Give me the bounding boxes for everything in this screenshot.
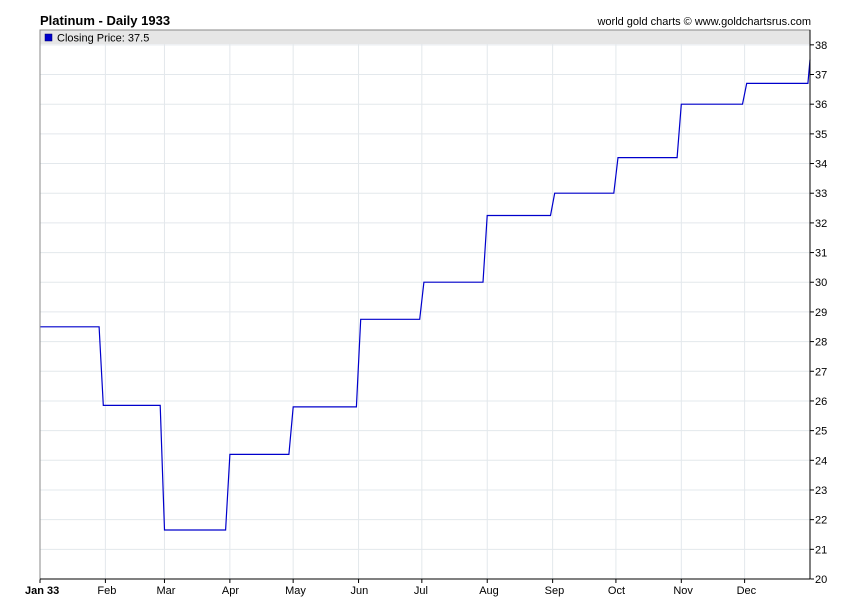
- y-tick-label: 20: [815, 574, 827, 586]
- grid-layer: [40, 44, 810, 580]
- series-layer: [39, 59, 811, 531]
- y-tick-label: 26: [815, 396, 827, 408]
- y-tick-label: 22: [815, 515, 827, 527]
- y-tick-label: 23: [815, 485, 827, 497]
- y-tick-label: 28: [815, 337, 827, 349]
- legend-swatch: [44, 33, 53, 42]
- y-tick-label: 24: [815, 455, 827, 467]
- y-tick-label: 21: [815, 544, 827, 556]
- x-tick-label: Jun: [351, 585, 369, 597]
- y-tick-label: 31: [815, 248, 827, 260]
- y-tick-label: 37: [815, 70, 827, 82]
- y-tick-label: 38: [815, 40, 827, 52]
- y-tick-label: 27: [815, 366, 827, 378]
- y-tick-label: 25: [815, 426, 827, 438]
- axis-layer: 20 21 22 23 24 25 26 27 28 29 30 31 32 33 34 35 36 37 38 Ja…: [25, 29, 827, 597]
- y-tick-label: 33: [815, 188, 827, 200]
- x-tick-label: Apr: [222, 585, 239, 597]
- x-tick-label: Oct: [608, 585, 625, 597]
- x-tick-label: Nov: [673, 585, 693, 597]
- x-tick-label: May: [285, 585, 306, 597]
- legend-label: Closing Price: 37.5: [57, 33, 149, 45]
- legend-bar: [40, 30, 810, 44]
- x-tick-label: Jan 33: [25, 585, 59, 597]
- x-tick-label: Jul: [414, 585, 428, 597]
- x-tick-label: Sep: [545, 585, 565, 597]
- y-tick-label: 34: [815, 159, 827, 171]
- x-tick-label: Mar: [156, 585, 175, 597]
- y-tick-label: 32: [815, 218, 827, 230]
- y-tick-label: 35: [815, 129, 827, 141]
- y-tick-label: 36: [815, 99, 827, 111]
- y-tick-label: 29: [815, 307, 827, 319]
- x-tick-label: Feb: [97, 585, 116, 597]
- x-tick-label: Dec: [737, 585, 757, 597]
- closing-price-line: [40, 59, 811, 531]
- plot-frame: [39, 29, 811, 580]
- y-tick-label: 30: [815, 277, 827, 289]
- price-chart: Closing Price: 37.5 20 21 22 23 24 25 26 27 28 29…: [25, 29, 827, 597]
- x-tick-label: Aug: [479, 585, 499, 597]
